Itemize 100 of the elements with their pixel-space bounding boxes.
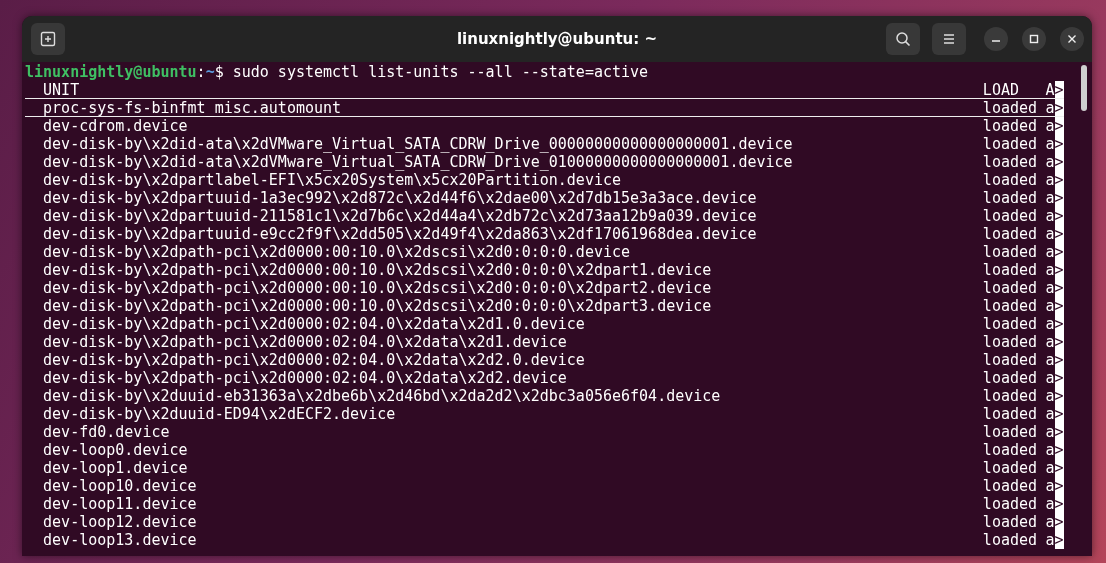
menu-button[interactable] — [932, 23, 966, 55]
active-state: a — [1045, 135, 1055, 153]
truncation-marker: > — [1054, 495, 1064, 513]
active-state: a — [1045, 99, 1055, 116]
window-title: linuxnightly@ubuntu: ~ — [456, 30, 658, 48]
load-state: loaded — [982, 405, 1038, 423]
load-state: loaded — [982, 513, 1038, 531]
active-state: a — [1045, 171, 1055, 189]
active-state: a — [1045, 117, 1055, 135]
active-state: a — [1045, 513, 1055, 531]
scrollbar-thumb[interactable] — [1081, 65, 1087, 111]
maximize-button[interactable] — [1022, 27, 1046, 51]
truncation-marker: > — [1054, 513, 1064, 531]
active-state: a — [1045, 459, 1055, 477]
active-state: a — [1045, 531, 1055, 549]
truncation-marker: > — [1054, 189, 1064, 207]
unit-name: dev-disk-by\x2dpath-pci\x2d0000:02:04.0\x2data\x2d2.0.device — [43, 351, 585, 369]
unit-name: dev-cdrom.device — [43, 117, 188, 135]
active-state: a — [1045, 369, 1055, 387]
load-state: loaded — [982, 261, 1038, 279]
prompt-symbol: $ — [214, 63, 224, 81]
load-state: loaded — [982, 153, 1038, 171]
active-state: a — [1045, 441, 1055, 459]
new-tab-button[interactable] — [31, 23, 65, 55]
active-state: a — [1045, 333, 1055, 351]
close-button[interactable] — [1060, 27, 1084, 51]
unit-name: dev-loop13.device — [43, 531, 197, 549]
truncation-marker: > — [1054, 135, 1064, 153]
active-state: a — [1045, 423, 1055, 441]
active-state: a — [1045, 495, 1055, 513]
load-state: loaded — [982, 117, 1038, 135]
unit-name: dev-loop11.device — [43, 495, 197, 513]
load-state: LOAD — [982, 81, 1019, 99]
active-state: a — [1045, 351, 1055, 369]
truncation-marker: > — [1054, 81, 1064, 98]
truncation-marker: > — [1054, 261, 1064, 279]
unit-name: dev-disk-by\x2duuid-eb31363a\x2dbe6b\x2d46bd\x2da2d2\x2dbc3a056e6f04.device — [43, 387, 721, 405]
truncation-marker: > — [1054, 99, 1064, 116]
truncation-marker: > — [1054, 423, 1064, 441]
active-state: a — [1045, 225, 1055, 243]
close-icon — [1067, 34, 1077, 44]
unit-name: dev-disk-by\x2dpath-pci\x2d0000:02:04.0\x2data\x2d1.0.device — [43, 315, 585, 333]
active-state: a — [1045, 315, 1055, 333]
search-icon — [895, 31, 911, 47]
new-tab-icon — [40, 31, 56, 47]
active-state: a — [1045, 477, 1055, 495]
truncation-marker: > — [1054, 297, 1064, 315]
unit-name: dev-loop12.device — [43, 513, 197, 531]
active-state: a — [1045, 189, 1055, 207]
unit-name: dev-disk-by\x2dpath-pci\x2d0000:00:10.0\x2dscsi\x2d0:0:0:0\x2dpart1.device — [43, 261, 712, 279]
load-state: loaded — [982, 207, 1038, 225]
unit-name: dev-disk-by\x2dpartuuid-211581c1\x2d7b6c\x2d44a4\x2db72c\x2d73aa12b9a039.device — [43, 207, 757, 225]
truncation-marker: > — [1054, 333, 1064, 351]
menu-icon — [942, 33, 956, 45]
load-state: loaded — [982, 297, 1038, 315]
active-state: a — [1045, 153, 1055, 171]
load-state: loaded — [982, 531, 1038, 549]
load-state: loaded — [982, 99, 1038, 117]
prompt-path: ~ — [205, 63, 215, 81]
prompt-separator: : — [196, 63, 206, 81]
truncation-marker: > — [1054, 279, 1064, 297]
unit-name: dev-fd0.device — [43, 423, 170, 441]
active-state: a — [1045, 207, 1055, 225]
load-state: loaded — [982, 243, 1038, 261]
unit-name: dev-disk-by\x2dpartuuid-e9cc2f9f\x2dd505\x2d49f4\x2da863\x2df17061968dea.device — [43, 225, 757, 243]
unit-name: proc-sys-fs-binfmt_misc.automount — [43, 99, 342, 117]
truncation-marker: > — [1054, 153, 1064, 171]
unit-name: dev-disk-by\x2dpath-pci\x2d0000:02:04.0\x2data\x2d2.device — [43, 369, 567, 387]
load-state: loaded — [982, 333, 1038, 351]
unit-name: dev-disk-by\x2duuid-ED94\x2dECF2.device — [43, 405, 396, 423]
load-state: loaded — [982, 495, 1038, 513]
unit-name: dev-disk-by\x2did-ata\x2dVMware_Virtual_SATA_CDRW_Drive_01000000000000000001.device — [43, 153, 793, 171]
unit-name: dev-disk-by\x2dpath-pci\x2d0000:00:10.0\x2dscsi\x2d0:0:0:0\x2dpart2.device — [43, 279, 712, 297]
unit-name: dev-disk-by\x2dpartlabel-EFI\x5cx20System\x5cx20Partition.device — [43, 171, 621, 189]
truncation-marker: > — [1054, 171, 1064, 189]
load-state: loaded — [982, 189, 1038, 207]
active-state: a — [1045, 297, 1055, 315]
load-state: loaded — [982, 423, 1038, 441]
search-button[interactable] — [886, 23, 920, 55]
unit-name: dev-disk-by\x2did-ata\x2dVMware_Virtual_SATA_CDRW_Drive_00000000000000000001.device — [43, 135, 793, 153]
prompt-user: linuxnightly@ubuntu — [25, 63, 197, 81]
load-state: loaded — [982, 279, 1038, 297]
active-state: a — [1045, 405, 1055, 423]
active-state: a — [1045, 243, 1055, 261]
load-state: loaded — [982, 225, 1038, 243]
unit-name: UNIT — [43, 81, 80, 99]
minimize-button[interactable] — [984, 27, 1008, 51]
load-state: loaded — [982, 135, 1038, 153]
maximize-icon — [1029, 34, 1039, 44]
unit-name: dev-disk-by\x2dpath-pci\x2d0000:02:04.0\x2data\x2d1.device — [43, 333, 567, 351]
truncation-marker: > — [1054, 243, 1064, 261]
load-state: loaded — [982, 315, 1038, 333]
unit-name: dev-loop1.device — [43, 459, 188, 477]
unit-name: dev-loop10.device — [43, 477, 197, 495]
load-state: loaded — [982, 459, 1038, 477]
truncation-marker: > — [1054, 225, 1064, 243]
truncation-marker: > — [1054, 405, 1064, 423]
unit-name: dev-loop0.device — [43, 441, 188, 459]
active-state: a — [1045, 261, 1055, 279]
load-state: loaded — [982, 387, 1038, 405]
